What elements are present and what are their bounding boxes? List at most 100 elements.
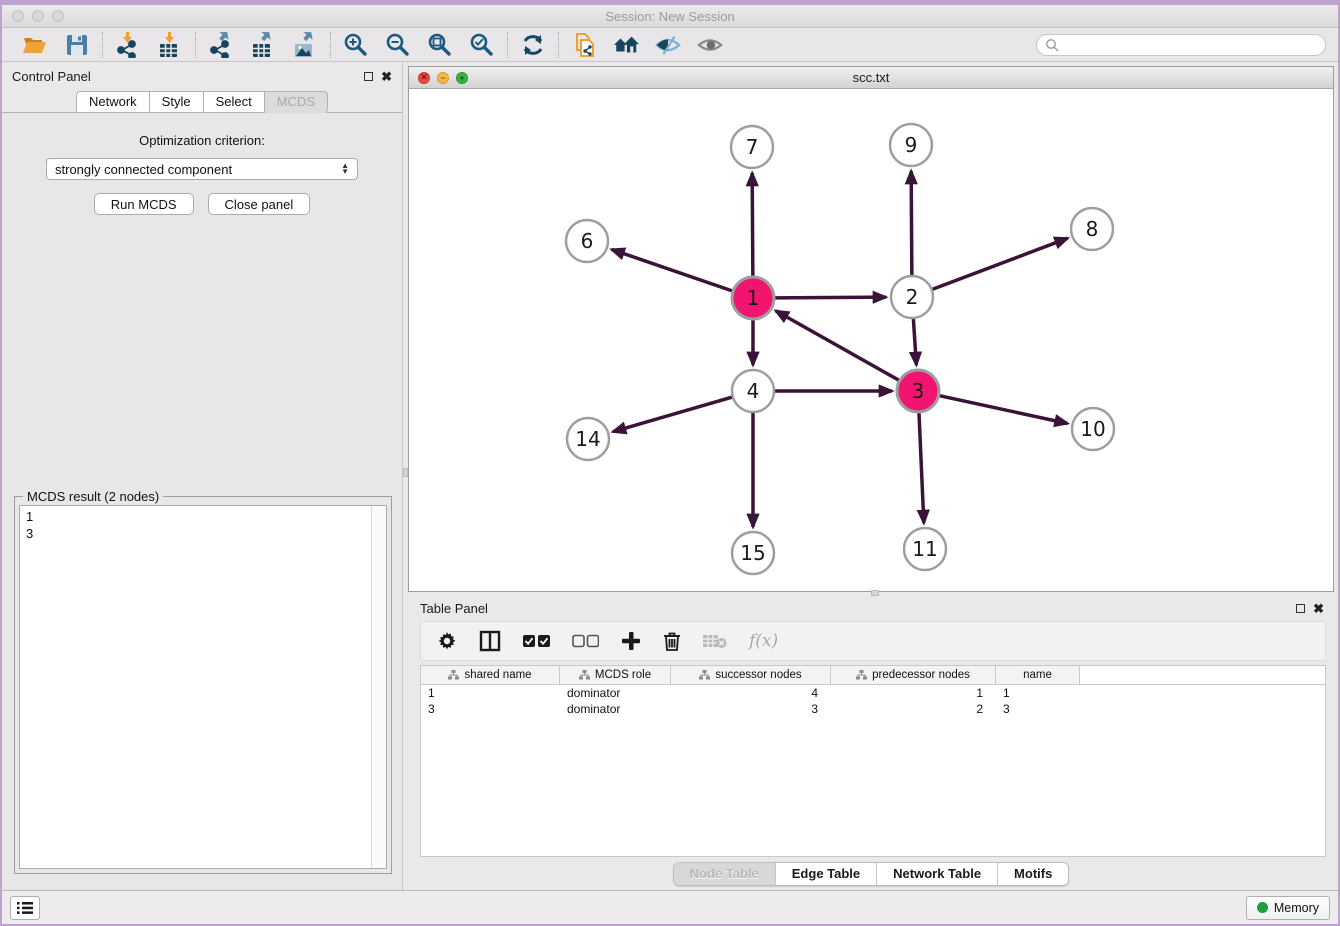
edge-2-3[interactable] (913, 319, 916, 365)
right-column: ✕ − + scc.txt 7968124314101511 Table Pan… (407, 62, 1338, 890)
main-toolbar (2, 28, 1338, 62)
mcds-result-lines: 13 (20, 506, 371, 868)
table-cell[interactable]: 3 (421, 701, 560, 717)
table-cell[interactable]: 4 (671, 685, 831, 701)
task-history-button[interactable] (10, 896, 40, 920)
zoom-selected-icon[interactable] (469, 32, 495, 58)
optimization-criterion-dropdown[interactable]: strongly connected component ▲▼ (46, 158, 358, 180)
import-network-icon[interactable] (115, 32, 141, 58)
tab-motifs[interactable]: Motifs (998, 863, 1068, 885)
open-session-icon[interactable] (22, 32, 48, 58)
duplicate-network-icon[interactable] (571, 32, 597, 58)
home-neighbors-icon[interactable] (613, 32, 639, 58)
edge-1-7[interactable] (752, 173, 753, 276)
horizontal-splitter[interactable] (408, 592, 1334, 595)
result-line: 1 (26, 508, 365, 525)
export-image-icon[interactable] (292, 32, 318, 58)
result-line: 3 (26, 525, 365, 542)
close-panel-button[interactable]: Close panel (208, 193, 311, 215)
column-label: shared name (464, 669, 531, 681)
control-panel-tabs: NetworkStyleSelectMCDS (2, 91, 402, 113)
column-header-predecessor-nodes[interactable]: predecessor nodes (831, 666, 996, 684)
table-cell[interactable]: 3 (671, 701, 831, 717)
table-cell[interactable]: dominator (560, 701, 671, 717)
table-cell[interactable]: 1 (421, 685, 560, 701)
column-label: successor nodes (715, 669, 801, 681)
edge-4-14[interactable] (613, 397, 732, 432)
control-panel-header: Control Panel ✖ (2, 62, 402, 90)
edge-2-8[interactable] (933, 238, 1068, 289)
mcds-tab-content: Optimization criterion: strongly connect… (2, 112, 402, 890)
table-row[interactable]: 1dominator411 (421, 685, 1325, 701)
table-cell[interactable]: 2 (831, 701, 996, 717)
tab-edge-table[interactable]: Edge Table (776, 863, 877, 885)
node-table[interactable]: shared name MCDS role successor nodes prede… (420, 665, 1326, 857)
zoom-fit-icon[interactable] (427, 32, 453, 58)
zoom-out-icon[interactable] (385, 32, 411, 58)
result-scrollbar[interactable] (371, 506, 386, 868)
tab-network[interactable]: Network (76, 91, 150, 113)
column-sort-icon (579, 670, 590, 680)
tab-node-table[interactable]: Node Table (674, 863, 776, 885)
export-table-icon[interactable] (250, 32, 276, 58)
column-header-successor-nodes[interactable]: successor nodes (671, 666, 831, 684)
table-cell[interactable]: 3 (996, 701, 1080, 717)
splitter-handle[interactable] (403, 468, 408, 477)
run-mcds-button[interactable]: Run MCDS (94, 193, 194, 215)
column-layout-icon[interactable] (479, 630, 501, 652)
column-label: predecessor nodes (872, 669, 970, 681)
column-header-MCDS-role[interactable]: MCDS role (560, 666, 671, 684)
save-session-icon[interactable] (64, 32, 90, 58)
show-eye-icon[interactable] (697, 32, 723, 58)
status-bar: Memory (2, 890, 1338, 924)
tab-network-table[interactable]: Network Table (877, 863, 998, 885)
delete-row-icon[interactable] (663, 631, 681, 652)
function-builder-icon: f(x) (749, 631, 778, 651)
search-icon (1045, 38, 1059, 52)
deselect-all-checkboxes-icon[interactable] (572, 634, 599, 648)
hide-selected-eye-icon[interactable] (655, 32, 681, 58)
add-row-icon[interactable] (621, 631, 641, 651)
edge-3-10[interactable] (939, 396, 1067, 424)
vertical-splitter[interactable] (402, 62, 407, 890)
edge-1-2[interactable] (775, 297, 886, 298)
table-cell[interactable]: 1 (831, 685, 996, 701)
tab-select[interactable]: Select (204, 91, 265, 113)
refresh-layout-icon[interactable] (520, 32, 546, 58)
float-panel-icon[interactable] (364, 72, 373, 81)
export-network-icon[interactable] (208, 32, 234, 58)
settings-gear-icon[interactable] (437, 631, 457, 651)
close-panel-icon[interactable]: ✖ (381, 70, 392, 83)
control-panel: Control Panel ✖ NetworkStyleSelectMCDS O… (2, 62, 402, 890)
table-panel-title: Table Panel (420, 601, 1296, 616)
table-tabs-row: Node TableEdge TableNetwork TableMotifs (408, 857, 1334, 890)
select-all-checkboxes-icon[interactable] (523, 634, 550, 648)
edge-1-6[interactable] (612, 249, 733, 290)
table-row[interactable]: 3dominator323 (421, 701, 1325, 717)
edge-2-9[interactable] (911, 171, 912, 275)
table-cell[interactable]: 1 (996, 685, 1080, 701)
node-label-7: 7 (746, 135, 759, 159)
float-table-panel-icon[interactable] (1296, 604, 1305, 613)
h-splitter-handle[interactable] (871, 590, 879, 596)
search-input[interactable] (1059, 38, 1317, 52)
column-header-name[interactable]: name (996, 666, 1080, 684)
import-table-icon[interactable] (157, 32, 183, 58)
memory-button[interactable]: Memory (1246, 896, 1330, 920)
table-cell[interactable]: dominator (560, 685, 671, 701)
edge-3-1[interactable] (776, 311, 899, 380)
tab-style[interactable]: Style (150, 91, 204, 113)
control-panel-title: Control Panel (12, 69, 364, 84)
close-table-panel-icon[interactable]: ✖ (1313, 602, 1324, 615)
column-header-shared-name[interactable]: shared name (421, 666, 560, 684)
graph-svg: 7968124314101511 (409, 89, 1337, 592)
tab-mcds[interactable]: MCDS (265, 91, 328, 113)
network-canvas[interactable]: 7968124314101511 (409, 89, 1333, 591)
table-tabs: Node TableEdge TableNetwork TableMotifs (673, 862, 1070, 886)
search-field[interactable] (1036, 34, 1326, 56)
edge-3-11[interactable] (919, 413, 924, 523)
zoom-in-icon[interactable] (343, 32, 369, 58)
node-label-2: 2 (906, 285, 919, 309)
network-window-titlebar[interactable]: ✕ − + scc.txt (409, 67, 1333, 89)
list-icon (17, 901, 33, 915)
